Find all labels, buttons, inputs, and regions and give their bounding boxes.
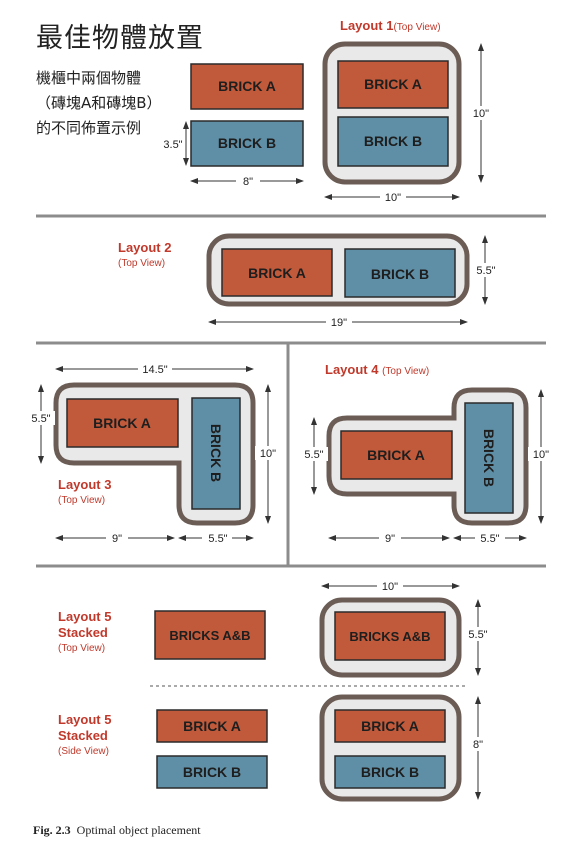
dim-l4-5-5h: 5.5": [480, 533, 499, 545]
brick-ab-left-label: BRICKS A&B: [169, 628, 250, 643]
brick-b-side-right-label: BRICK B: [361, 764, 419, 780]
dim-l3-10v: 10": [260, 448, 276, 460]
brick-b-layout-4-label: BRICK B: [481, 429, 497, 487]
dim-l3-5-5v: 5.5": [31, 413, 50, 425]
brick-a-layout-3-label: BRICK A: [93, 415, 151, 431]
brick-a-intro-label: BRICK A: [218, 78, 276, 94]
brick-a-layout-1-label: BRICK A: [364, 76, 422, 92]
dim-l1-10h: 10": [385, 192, 401, 204]
dim-l4-9: 9": [385, 533, 395, 545]
dim-l4-10v: 10": [533, 449, 549, 461]
brick-a-layout-4-label: BRICK A: [367, 447, 425, 463]
brick-ab-right-label: BRICKS A&B: [349, 629, 430, 644]
dim-l5-10h: 10": [382, 581, 398, 593]
dim-l5-8v: 8": [473, 739, 483, 751]
brick-a-side-left-label: BRICK A: [183, 718, 241, 734]
brick-b-layout-3-label: BRICK B: [208, 424, 224, 482]
dim-l1-10v: 10": [473, 108, 489, 120]
dim-l3-5-5h: 5.5": [208, 533, 227, 545]
dim-intro-8: 8": [243, 176, 253, 188]
dim-l3-9: 9": [112, 533, 122, 545]
brick-b-intro-label: BRICK B: [218, 135, 276, 151]
dim-l2-19: 19": [331, 317, 347, 329]
dim-intro-3-5: 3.5": [163, 139, 182, 151]
brick-a-side-right-label: BRICK A: [361, 718, 419, 734]
brick-a-layout-2-label: BRICK A: [248, 265, 306, 281]
dim-l2-5-5: 5.5": [476, 265, 495, 277]
dim-l3-14-5: 14.5": [142, 364, 167, 376]
brick-b-layout-1-label: BRICK B: [364, 133, 422, 149]
brick-b-layout-2-label: BRICK B: [371, 266, 429, 282]
dim-l5-5-5v: 5.5": [468, 629, 487, 641]
brick-b-side-left-label: BRICK B: [183, 764, 241, 780]
dim-l4-5-5v: 5.5": [304, 449, 323, 461]
placement-diagram: BRICK A BRICK B BRICK A BRICK B BRICK A …: [27, 41, 554, 802]
